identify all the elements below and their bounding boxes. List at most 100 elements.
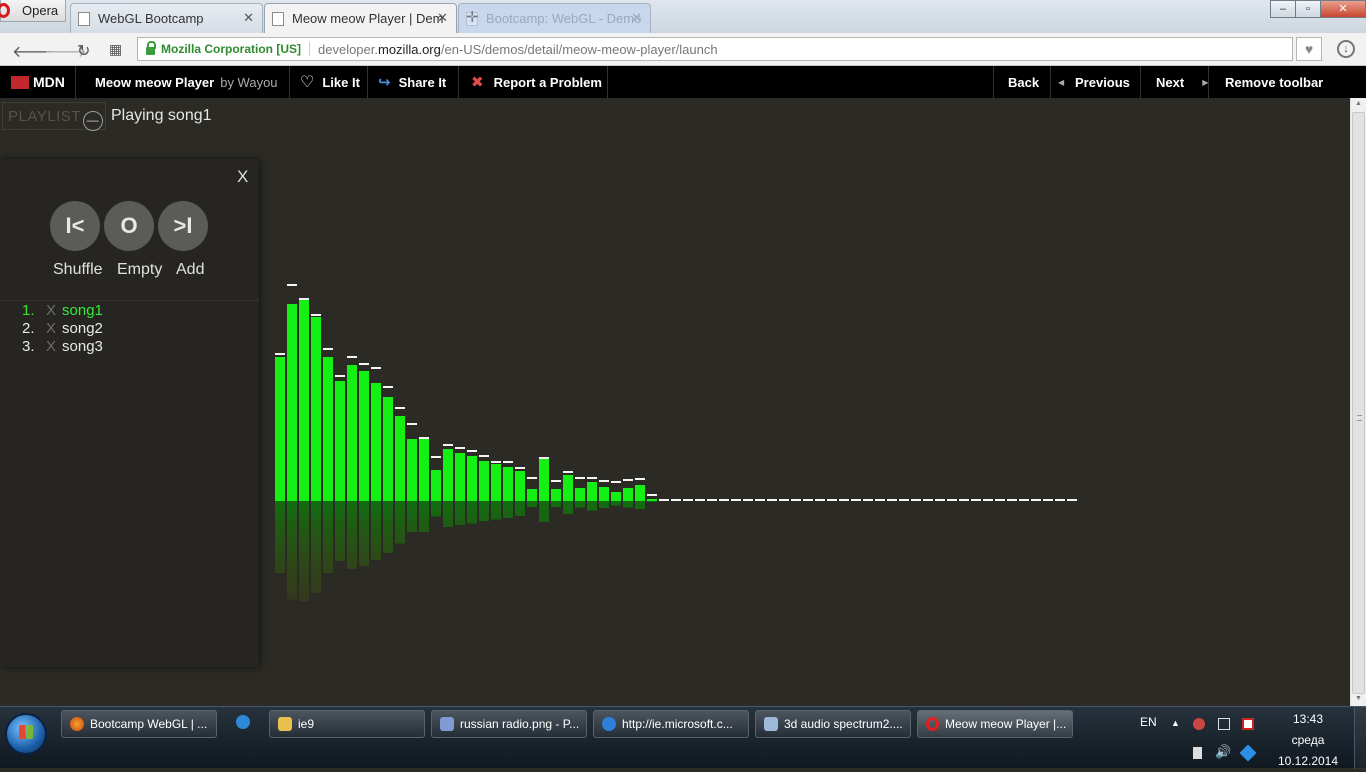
spectrum-reflection [407,501,417,532]
spectrum-reflection [335,501,345,561]
new-tab-icon[interactable]: ✛ [466,8,479,26]
spectrum-cap [395,407,405,409]
page-scrollbar[interactable]: ▲ ▼ [1350,98,1366,706]
spectrum-bar [587,482,597,501]
add-button[interactable]: >I [158,201,208,251]
spectrum-reflection [635,501,645,509]
playlist-item[interactable]: 3. Xsong3 [22,338,103,355]
minimize-button[interactable]: – [1270,0,1296,18]
playlist-toggle-icon[interactable]: — [83,111,103,131]
taskbar-item-ie[interactable]: http://ie.microsoft.c... [593,710,749,738]
next-link[interactable]: Next ▶ [1156,66,1208,98]
browser-nav-bar: 🡐 🡒 ↻ ▦ Mozilla Corporation [US] develop… [0,33,1366,66]
tab-bootcamp-demo[interactable]: Bootcamp: WebGL - Demo ✕ [458,3,651,33]
spectrum-reflection [611,501,621,506]
shuffle-button[interactable]: I< [50,201,100,251]
empty-button[interactable]: O [104,201,154,251]
tab-close-icon[interactable]: ✕ [243,10,254,26]
spectrum-cap [491,461,501,463]
back-link[interactable]: Back [1008,66,1039,98]
taskbar-item-image[interactable]: 3d audio spectrum2.... [755,710,911,738]
demo-title: Meow meow Player by Wayou [95,74,278,90]
battery-icon[interactable] [1193,747,1202,759]
window-controls: – ▫ ✕ [1270,0,1366,18]
scroll-up-icon[interactable]: ▲ [1355,100,1362,107]
spectrum-cap [707,499,717,501]
remove-toolbar-link[interactable]: Remove toolbar [1225,66,1323,98]
spectrum-cap [539,457,549,459]
ie-pinned-icon[interactable] [236,715,250,729]
shuffle-label: Shuffle [53,261,103,278]
mdn-logo[interactable]: MDN [11,66,65,98]
playlist-toggle-button[interactable]: PLAYLIST — [2,102,106,131]
spectrum-cap [467,450,477,452]
start-button[interactable] [5,713,47,755]
playlist-item[interactable]: 1. Xsong1 [22,302,103,319]
taskbar-item-paint[interactable]: russian radio.png - P... [431,710,587,738]
spectrum-bar [611,492,621,501]
panel-close-button[interactable]: X [237,167,248,187]
heart-icon: ♡ [300,74,315,91]
opera-menu-button[interactable]: Opera [0,0,66,22]
spectrum-cap [767,499,777,501]
maximize-button[interactable]: ▫ [1295,0,1321,18]
spectrum-reflection [539,501,549,522]
address-bar[interactable]: Mozilla Corporation [US] developer.mozil… [137,37,1293,61]
remove-song-icon[interactable]: X [46,320,56,337]
download-icon[interactable]: ↓ [1337,40,1355,58]
previous-link[interactable]: ◀ Previous [1058,66,1130,98]
network-icon[interactable] [1218,718,1230,730]
taskbar-item-folder[interactable]: ie9 [269,710,425,738]
tab-close-icon[interactable]: ✕ [437,10,448,26]
tab-meow-meow-player[interactable]: Meow meow Player | Dem ✕ [264,3,457,33]
taskbar-clock[interactable]: 13:43 среда 10.12.2014 [1274,709,1342,772]
spectrum-bar [575,488,585,501]
tab-title: Bootcamp: WebGL - Demo [486,11,642,26]
spectrum-bar [347,365,357,501]
tab-title: WebGL Bootcamp [98,11,204,26]
spectrum-bar [503,467,513,501]
reload-icon[interactable]: ↻ [77,41,90,61]
bookmark-heart-icon[interactable]: ♥ [1296,37,1322,61]
close-window-button[interactable]: ✕ [1320,0,1366,18]
add-label: Add [176,261,205,278]
remove-song-icon[interactable]: X [46,338,56,355]
like-button[interactable]: ♡ Like It [300,66,360,98]
url-text[interactable]: developer.mozilla.org/en-US/demos/detail… [318,42,718,57]
spectrum-reflection [491,501,501,520]
spectrum-cap [611,481,621,483]
spectrum-cap [1055,499,1065,501]
spectrum-cap [383,386,393,388]
scroll-down-icon[interactable]: ▼ [1355,695,1362,702]
page-icon [272,11,284,26]
action-center-icon[interactable] [1242,718,1254,730]
show-hidden-icons-icon[interactable]: ▲ [1171,718,1180,728]
dropbox-icon[interactable] [1239,744,1257,762]
report-x-icon: ✖ [471,74,484,91]
spectrum-cap [623,479,633,481]
playlist-item[interactable]: 2. Xsong2 [22,320,103,337]
opera-menu-label: Opera [22,3,59,18]
spectrum-reflection [323,501,333,573]
tab-webgl-bootcamp[interactable]: WebGL Bootcamp ✕ [70,3,263,33]
site-identity[interactable]: Mozilla Corporation [US] [161,42,310,56]
triangle-left-icon: ◀ [1058,77,1065,87]
spectrum-reflection [527,501,537,507]
show-desktop-button[interactable] [1354,707,1366,769]
volume-icon[interactable]: 🔊 [1215,744,1231,760]
clock-date: 10.12.2014 [1277,754,1339,768]
spectrum-reflection [311,501,321,593]
report-problem-button[interactable]: ✖ Report a Problem [471,66,602,98]
tab-close-icon[interactable]: ✕ [631,10,642,26]
language-indicator[interactable]: EN [1140,715,1157,729]
taskbar-item-firefox[interactable]: Bootcamp WebGL | ... [61,710,217,738]
scroll-thumb[interactable] [1352,112,1365,694]
remove-song-icon[interactable]: X [46,302,56,319]
spectrum-bar [635,485,645,501]
tray-app-icon[interactable] [1193,718,1205,730]
share-button[interactable]: ↪ Share It [378,66,446,98]
speed-dial-grid-icon[interactable]: ▦ [109,41,122,58]
taskbar-item-opera[interactable]: Meow meow Player |... [917,710,1073,738]
spectrum-reflection [443,501,453,527]
spectrum-cap [779,499,789,501]
